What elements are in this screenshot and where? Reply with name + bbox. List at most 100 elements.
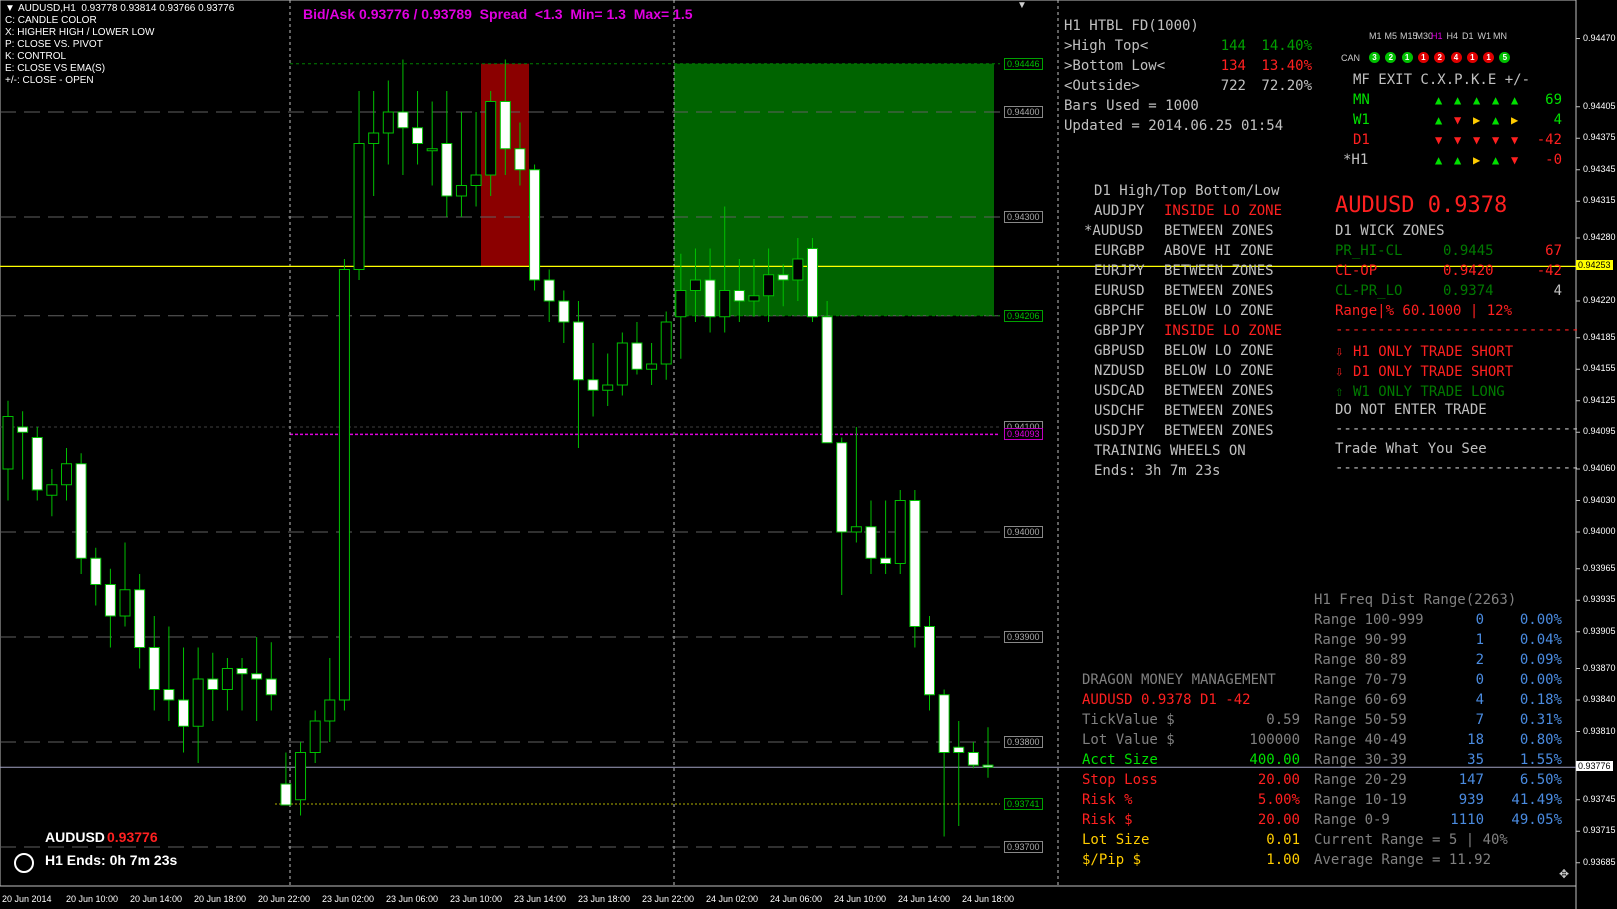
price-tick-label: 0.94220 [1583,295,1616,305]
freq-label: Range 100-999 [1314,612,1424,628]
zone-status: BELOW LO ZONE [1164,303,1274,319]
candle-body [967,752,979,766]
candle-body [178,699,190,727]
time-tick-label: 20 Jun 10:00 [66,894,119,904]
mf-row-tf: D1 [1353,132,1370,148]
bar-ends-timer: H1 Ends: 0h 7m 23s [45,852,178,868]
scroll-handle-icon[interactable]: ✥ [1559,868,1569,880]
legend-line: K: CONTROL [5,51,67,62]
htbl-title: H1 HTBL FD(1000) [1064,18,1199,34]
time-tick-label: 24 Jun 02:00 [706,894,759,904]
zone-pair: GBPUSD [1094,343,1145,359]
zone-status: BETWEEN ZONES [1164,423,1274,439]
legend-line: C: CANDLE COLOR [5,15,97,26]
shift-marker-icon[interactable]: ▼ [1017,0,1027,12]
candle-body [207,678,219,690]
freq-label: Range 80-89 [1314,652,1407,668]
freq-pct: 0.04% [1519,632,1562,648]
chart-level-label: 0.94300 [1004,211,1043,223]
candle-body [382,111,394,134]
htbl-row-label: <Outside> [1064,78,1140,94]
freq-label: Range 40-49 [1314,732,1407,748]
mm-label: Acct Size [1082,752,1158,768]
htbl-row-count: 722 [1220,78,1246,94]
time-tick-label: 23 Jun 10:00 [450,894,503,904]
arrow-down-icon: ⇩ [1335,344,1344,360]
chart-level-label: 0.94093 [1004,428,1043,441]
arrow-up-icon: ▲ [1473,93,1481,107]
chart-level-label: 0.93900 [1004,631,1043,643]
wick-value: 0.9420 [1443,263,1494,279]
candle-body [148,647,160,690]
current-price-tag: 0.94253 [1576,260,1613,271]
freq-count: 4 [1475,692,1484,708]
trade-signal-text: H1 ONLY TRADE SHORT [1353,344,1514,360]
zone-pair: EURJPY [1094,263,1145,279]
zone-pair: EURUSD [1094,283,1145,299]
legend-line: +/-: CLOSE - OPEN [5,75,94,86]
candle-body [602,384,614,391]
candle-body [646,363,658,370]
candle-body [631,342,643,370]
mm-sub: AUDUSD 0.9378 D1 -42 [1082,692,1251,708]
freq-count: 939 [1458,792,1484,808]
freq-count: 7 [1475,712,1484,728]
arrow-up-icon: ⇧ [1335,384,1344,400]
arrow-down-icon: ▼ [1454,113,1462,127]
candle-body [221,668,233,690]
zone-pair: EURGBP [1094,243,1145,259]
candle-body [119,589,131,617]
mf-row-tf: W1 [1353,112,1370,128]
time-tick-label: 23 Jun 02:00 [322,894,375,904]
candle-body [455,185,467,197]
zone-pair: NZDUSD [1094,363,1145,379]
freq-count: 1 [1475,632,1484,648]
htbl-row-label: >Bottom Low< [1064,58,1166,74]
current-range: Current Range = 5 | 40% [1314,832,1508,848]
freq-label: Range 0-9 [1314,812,1390,828]
candle-body [134,589,146,648]
freq-count: 0 [1475,672,1484,688]
arrow-up-icon: ▲ [1435,93,1443,107]
zone-pair: *AUDUSD [1084,223,1144,239]
mm-value: 1.00 [1266,852,1300,868]
bottom-symbol: AUDUSD [45,829,105,845]
time-tick-label: 24 Jun 10:00 [834,894,887,904]
mm-value: 5.00% [1257,792,1300,808]
arrow-down-icon: ▼ [1435,133,1443,147]
candle-body [836,442,848,533]
chart-level-label: 0.93741 [1004,797,1043,810]
candle-body [470,174,482,186]
wick-label: CL-OP [1335,263,1378,279]
candle-body [90,557,102,585]
arrow-right-icon: ▶ [1473,113,1481,127]
candle-body [280,783,292,806]
freq-pct: 41.49% [1511,792,1562,808]
candle-body [309,720,321,753]
candle-body [923,626,935,696]
wick-value: 0.9374 [1443,283,1494,299]
mm-title: DRAGON MONEY MANAGEMENT [1082,672,1276,688]
candle-body [909,500,921,627]
can-dot: 4 [1450,52,1462,63]
chart-level-label: 0.94446 [1004,57,1043,70]
candle-body [675,290,687,318]
candle-body [792,258,804,281]
arrow-up-icon: ▲ [1492,93,1500,107]
mm-label: $/Pip $ [1082,852,1142,868]
legend-line: X: HIGHER HIGH / LOWER LOW [5,27,155,38]
last-price-tag: 0.93776 [1576,761,1613,772]
price-tick-label: 0.93745 [1583,793,1616,804]
freq-pct: 0.00% [1519,612,1562,628]
candle-body [850,526,862,533]
candle-body [704,279,716,318]
arrow-down-icon: ▼ [1511,133,1519,147]
freq-count: 35 [1467,752,1484,768]
wick-num: 67 [1545,243,1562,259]
mm-value: 0.59 [1266,712,1300,728]
candle-body [192,678,204,727]
freq-title: H1 Freq Dist Range(2263) [1314,592,1517,608]
chart-dropdown-arrow[interactable]: ▼ [5,3,15,15]
freq-label: Range 20-29 [1314,772,1407,788]
trade-what-you-see: Trade What You See [1335,441,1487,457]
